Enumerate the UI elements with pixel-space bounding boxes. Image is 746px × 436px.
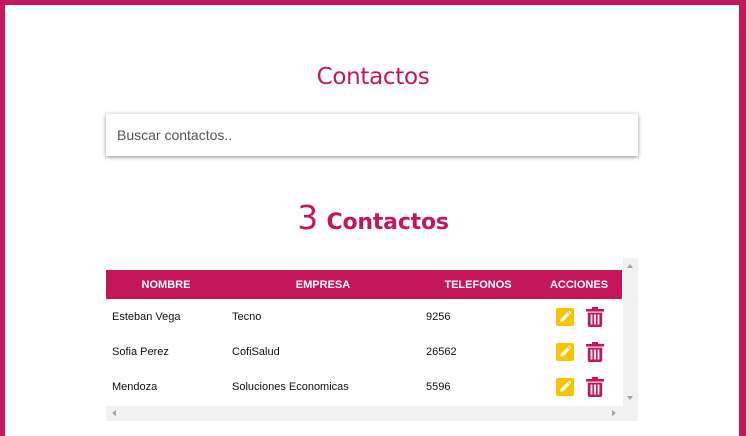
contact-count-heading: 3 Contactos (0, 198, 746, 237)
table-row: Sofia Perez CofiSalud 26562 (106, 334, 622, 369)
column-header-telefonos: TELEFONOS (444, 278, 512, 291)
cell-nombre: Sofia Perez (112, 345, 169, 358)
contacts-table-container: NOMBRE EMPRESA TELEFONOS ACCIONES Esteba… (106, 258, 638, 421)
table-row: Mendoza Soluciones Economicas 5596 (106, 369, 622, 404)
cell-empresa: Soluciones Economicas (232, 380, 349, 393)
pencil-icon (560, 345, 572, 356)
contacts-table: NOMBRE EMPRESA TELEFONOS ACCIONES Esteba… (106, 270, 622, 404)
contact-count-label: Contactos (326, 210, 449, 235)
cell-nombre: Esteban Vega (112, 310, 181, 323)
edit-button[interactable] (556, 307, 574, 326)
page-title: Contactos (316, 64, 430, 90)
cell-acciones (536, 334, 622, 369)
cell-nombre: Mendoza (112, 380, 158, 393)
scroll-up-arrow-icon[interactable] (627, 264, 633, 268)
horizontal-scrollbar[interactable] (106, 406, 638, 421)
scroll-down-arrow-icon[interactable] (627, 396, 633, 400)
scroll-left-arrow-icon[interactable] (112, 410, 116, 416)
scroll-right-arrow-icon[interactable] (612, 410, 616, 416)
search-input[interactable] (106, 114, 638, 156)
edit-button[interactable] (556, 342, 574, 361)
cell-empresa: Tecno (232, 310, 262, 323)
contact-count-number: 3 (297, 198, 319, 237)
cell-acciones (536, 299, 622, 334)
column-header-nombre: NOMBRE (141, 278, 191, 291)
trash-icon (586, 306, 605, 327)
cell-empresa: CofiSalud (232, 345, 280, 358)
trash-icon (586, 341, 605, 362)
column-header-acciones: ACCIONES (549, 278, 609, 291)
delete-button[interactable] (586, 306, 605, 327)
vertical-scrollbar[interactable] (623, 258, 638, 406)
table-row: Esteban Vega Tecno 9256 (106, 299, 622, 334)
cell-acciones (536, 369, 622, 404)
cell-telefono: 9256 (426, 310, 451, 323)
search-box (106, 114, 638, 156)
column-header-empresa: EMPRESA (295, 278, 351, 291)
cell-telefono: 26562 (426, 345, 457, 358)
delete-button[interactable] (586, 376, 605, 397)
table-header-row: NOMBRE EMPRESA TELEFONOS ACCIONES (106, 270, 622, 299)
pencil-icon (560, 310, 572, 321)
cell-telefono: 5596 (426, 380, 451, 393)
delete-button[interactable] (586, 341, 605, 362)
pencil-icon (560, 380, 572, 391)
edit-button[interactable] (556, 377, 574, 396)
trash-icon (586, 376, 605, 397)
